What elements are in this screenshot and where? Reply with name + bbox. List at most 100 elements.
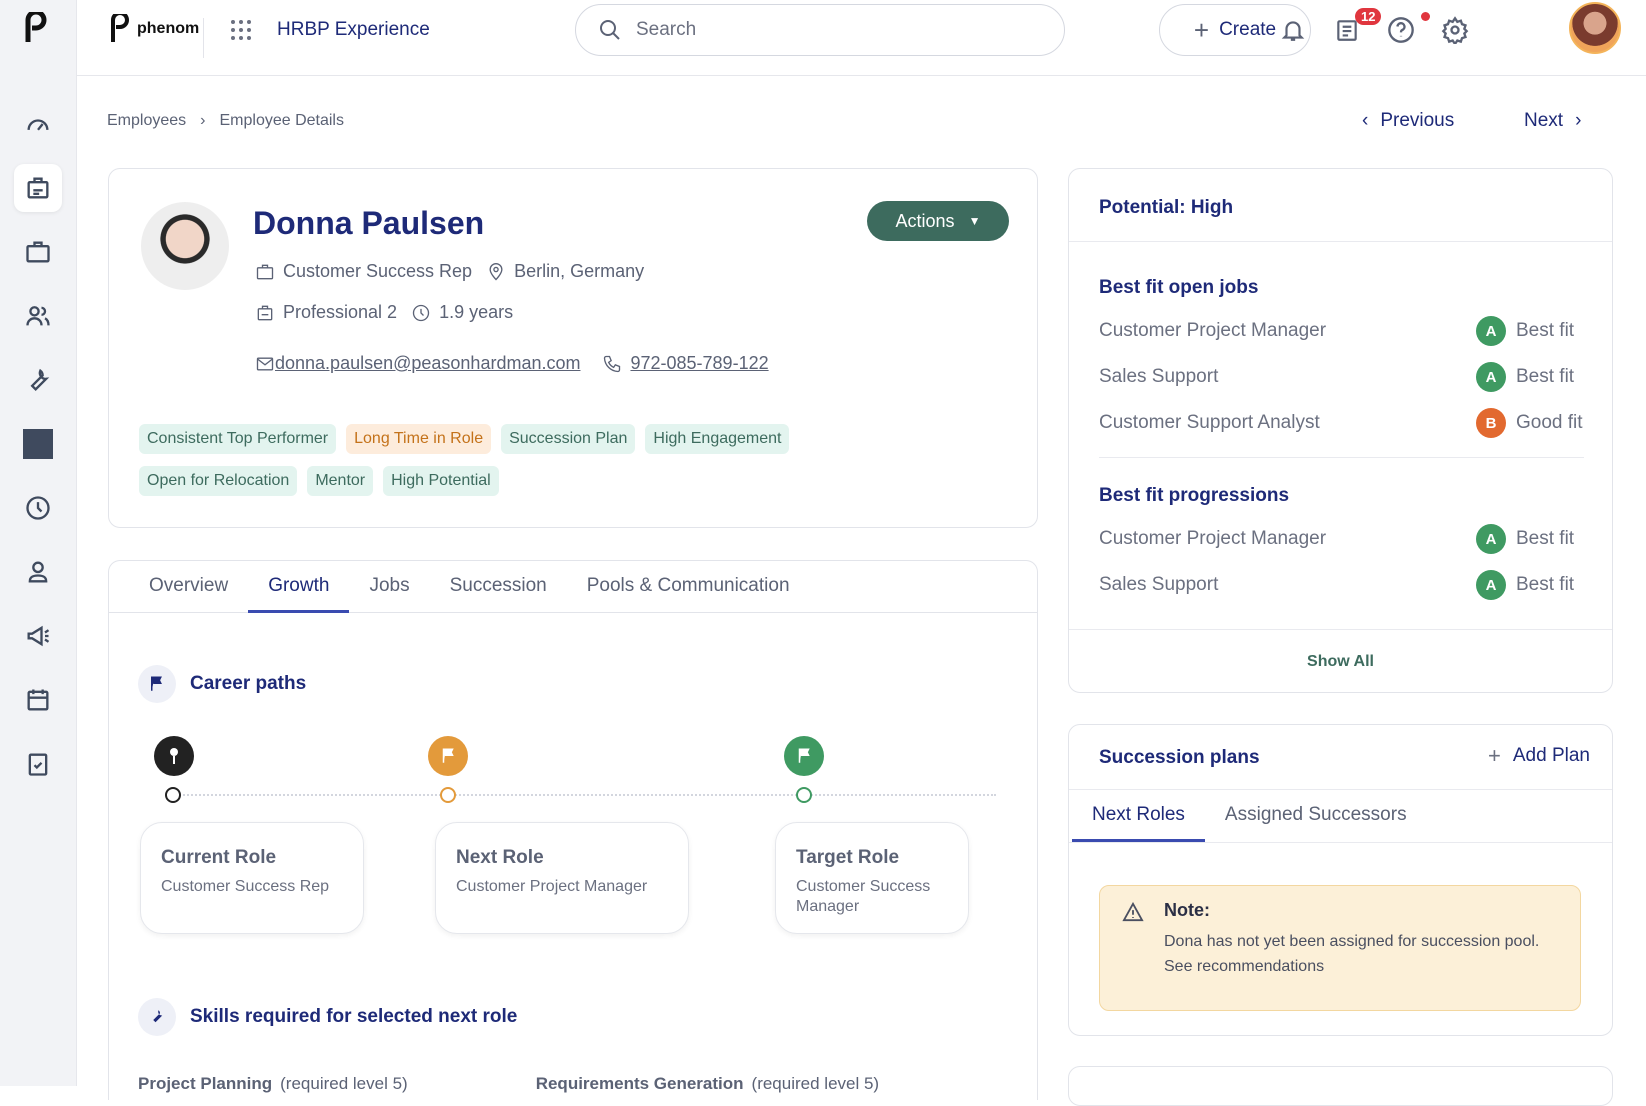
current-role-card[interactable]: Current Role Customer Success Rep	[140, 822, 364, 934]
open-job-row[interactable]: Sales Support A Best fit	[1099, 362, 1594, 392]
skills-required-title: Skills required for selected next role	[190, 1006, 518, 1027]
breadcrumb-employees[interactable]: Employees	[107, 112, 186, 130]
app-grid-icon[interactable]	[229, 18, 253, 42]
fit-label: Good fit	[1516, 412, 1583, 433]
app-title[interactable]: HRBP Experience	[277, 18, 430, 42]
dashboard-icon[interactable]	[14, 100, 62, 148]
calendar-icon[interactable]	[14, 676, 62, 724]
add-plan-label: Add Plan	[1512, 745, 1590, 766]
person-icon[interactable]	[14, 548, 62, 596]
succession-plans-card: Succession plans + Add Plan Next Roles A…	[1068, 724, 1613, 1036]
succession-note: Note: Dona has not yet been assigned for…	[1099, 885, 1581, 1011]
fit-grade-badge: B	[1476, 408, 1506, 438]
employee-tenure: 1.9 years	[439, 302, 514, 322]
job-title: Customer Support Analyst	[1099, 412, 1320, 433]
chevron-right-icon: ›	[1575, 110, 1582, 131]
create-label: Create	[1219, 19, 1277, 40]
checklist-icon[interactable]	[14, 740, 62, 788]
flag-icon	[138, 665, 176, 703]
notifications-bell-icon[interactable]	[1277, 14, 1309, 46]
show-all-button[interactable]: Show All	[1069, 653, 1612, 671]
role-label: Current Role	[161, 847, 277, 868]
employee-email-link[interactable]: donna.paulsen@peasonhardman.com	[275, 353, 580, 374]
tab-pools-communication[interactable]: Pools & Communication	[567, 561, 810, 613]
tab-succession[interactable]: Succession	[430, 561, 567, 613]
chevron-down-icon: ▼	[968, 214, 981, 228]
progression-row[interactable]: Customer Project Manager A Best fit	[1099, 524, 1594, 554]
megaphone-icon[interactable]	[14, 612, 62, 660]
tasks-icon[interactable]	[1331, 14, 1363, 46]
job-title: Sales Support	[1099, 366, 1219, 387]
target-role-node[interactable]	[796, 787, 812, 803]
fit-label: Best fit	[1516, 528, 1575, 549]
brand-name: phenom	[137, 20, 200, 37]
user-avatar[interactable]	[1569, 2, 1621, 54]
employee-level: Professional 2	[283, 302, 398, 322]
next-button[interactable]: Next ›	[1524, 110, 1581, 132]
clock-icon[interactable]	[14, 484, 62, 532]
add-plan-button[interactable]: + Add Plan	[1488, 745, 1590, 767]
wrench-icon	[138, 998, 176, 1036]
skills-peek-row: Project Planning (required level 5) Requ…	[138, 1074, 879, 1094]
id-badge-icon	[257, 305, 273, 320]
plus-icon: +	[1193, 15, 1210, 45]
briefcase-icon[interactable]	[14, 228, 62, 276]
career-paths-title: Career paths	[190, 673, 307, 694]
brand-logo[interactable]: phenom	[107, 14, 199, 44]
tab-bar: Overview Growth Jobs Succession Pools & …	[109, 561, 1037, 613]
breadcrumb: Employees › Employee Details	[107, 112, 344, 130]
tab-growth[interactable]: Growth	[248, 561, 350, 613]
succession-plans-title: Succession plans	[1099, 747, 1260, 768]
employee-name: Donna Paulsen	[253, 205, 485, 241]
mail-icon	[256, 357, 274, 370]
phenom-logo-icon[interactable]	[20, 12, 52, 48]
tab-overview[interactable]: Overview	[129, 561, 248, 613]
tag-succession-plan: Succession Plan	[501, 424, 636, 454]
next-role-node[interactable]	[440, 787, 456, 803]
people-icon[interactable]	[14, 292, 62, 340]
chevron-right-icon: ›	[200, 112, 206, 129]
search-input[interactable]: Search	[575, 4, 1065, 56]
fit-label: Best fit	[1516, 574, 1575, 595]
tab-jobs[interactable]: Jobs	[349, 561, 429, 613]
role-name: Customer Success Manager	[796, 878, 931, 915]
open-job-row[interactable]: Customer Support Analyst B Good fit	[1099, 408, 1594, 438]
see-recommendations-link[interactable]: See recommendations	[1164, 958, 1580, 976]
open-job-row[interactable]: Customer Project Manager A Best fit	[1099, 316, 1594, 346]
divider	[1099, 457, 1584, 458]
phenom-logo-icon	[111, 14, 129, 42]
square-icon[interactable]	[14, 420, 62, 468]
current-role-pin-icon	[154, 736, 194, 776]
skill-required-level: (required level 5)	[280, 1074, 408, 1093]
phone-icon	[604, 355, 621, 372]
tab-assigned-successors[interactable]: Assigned Successors	[1205, 790, 1427, 842]
next-label: Next	[1524, 110, 1564, 131]
skills-required-header: Skills required for selected next role	[138, 998, 517, 1036]
help-icon[interactable]	[1385, 14, 1417, 46]
tab-next-roles[interactable]: Next Roles	[1072, 790, 1205, 842]
next-role-card[interactable]: Next Role Customer Project Manager	[435, 822, 689, 934]
employee-level-tenure: Professional 2 1.9 years	[255, 302, 513, 323]
employee-phone-link[interactable]: 972-085-789-122	[630, 353, 768, 374]
search-icon	[600, 20, 620, 40]
location-pin-icon	[489, 262, 503, 280]
settings-gear-icon[interactable]	[1439, 14, 1471, 46]
role-name: Customer Success Rep	[161, 878, 330, 895]
role-label: Next Role	[456, 847, 544, 868]
tag-long-time-in-role: Long Time in Role	[346, 424, 492, 454]
employee-tags: Consistent Top Performer Long Time in Ro…	[139, 424, 859, 496]
skill-name: Requirements Generation	[535, 1074, 744, 1093]
tag-mentor: Mentor	[307, 466, 374, 496]
actions-dropdown-button[interactable]: Actions ▼	[867, 201, 1009, 241]
employee-profile-card: Donna Paulsen Actions ▼ Customer Success…	[108, 168, 1038, 528]
potential-title: Potential: High	[1099, 197, 1234, 218]
tools-icon[interactable]	[14, 356, 62, 404]
employee-contact: donna.paulsen@peasonhardman.com 972-085-…	[255, 353, 769, 374]
skill-required-level: (required level 5)	[751, 1074, 880, 1093]
additional-card-peek	[1068, 1066, 1613, 1106]
current-role-node[interactable]	[165, 787, 181, 803]
target-role-card[interactable]: Target Role Customer Success Manager	[775, 822, 969, 934]
previous-button[interactable]: ‹ Previous	[1362, 110, 1454, 132]
id-badge-icon[interactable]	[14, 164, 62, 212]
progression-row[interactable]: Sales Support A Best fit	[1099, 570, 1594, 600]
